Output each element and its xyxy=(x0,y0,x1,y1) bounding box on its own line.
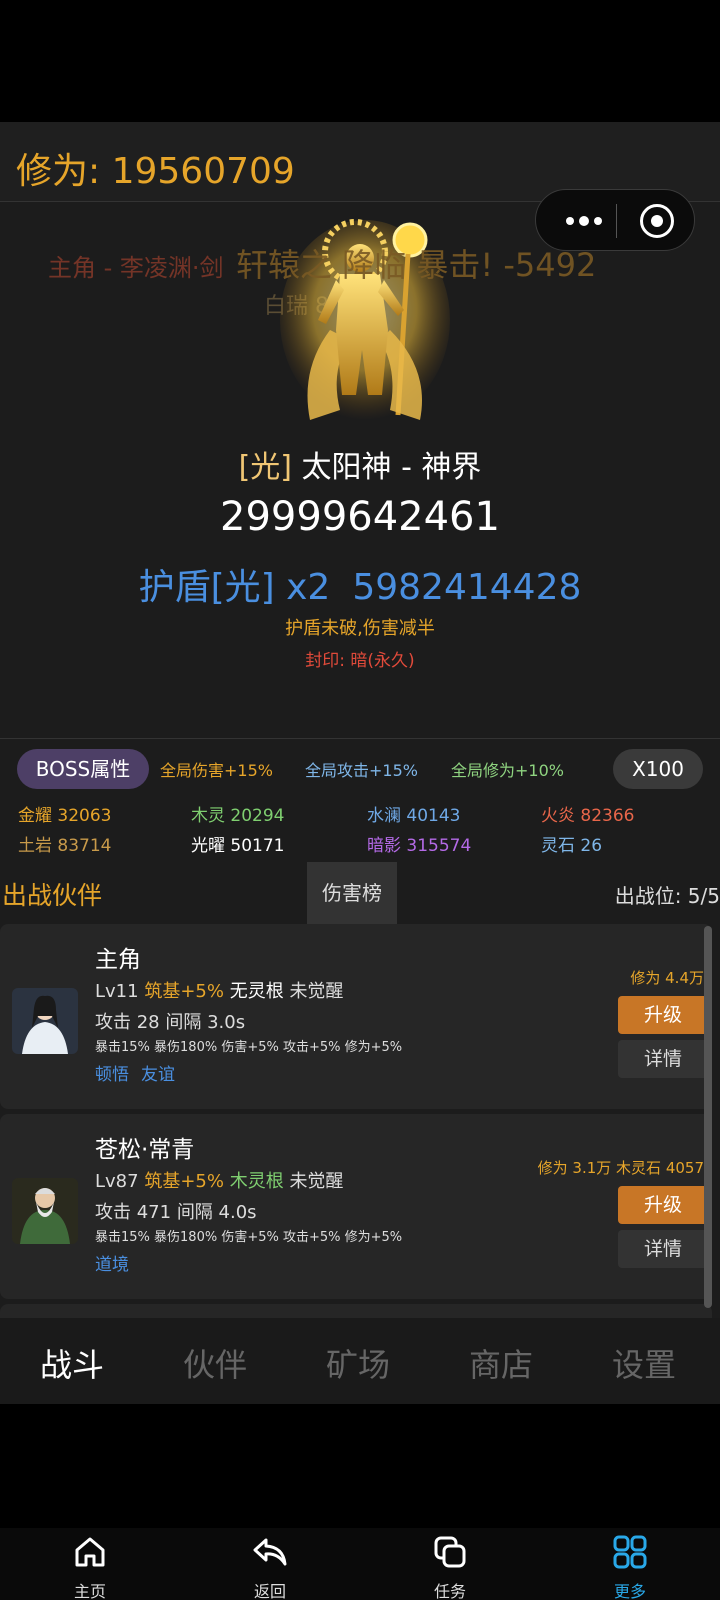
partner-tags: 道境 xyxy=(95,1250,141,1275)
partner-level-line: Lv87 筑基+5% 木灵根 未觉醒 xyxy=(95,1167,343,1193)
buff-cultivation: 全局修为+10% xyxy=(451,761,564,780)
partner-avatar xyxy=(12,1178,78,1244)
status-area xyxy=(0,0,720,122)
damage-ranking-tab[interactable]: 伤害榜 xyxy=(307,862,397,924)
floating-damage-text: 主角 - 李凌渊·剑 xyxy=(48,254,224,282)
partner-interval: 间隔 3.0s xyxy=(165,1012,246,1033)
boss-hp: 29999642461 xyxy=(220,494,500,540)
upgrade-button[interactable]: 升级 xyxy=(618,996,708,1034)
nav-label: 返回 xyxy=(253,1582,286,1600)
tab-partners[interactable]: 伙伴 xyxy=(183,1340,247,1386)
capsule-divider xyxy=(616,204,617,238)
resource-fire: 火炎 82366 xyxy=(541,806,635,826)
resource-shadow: 暗影 315574 xyxy=(367,836,472,856)
tab-mine[interactable]: 矿场 xyxy=(326,1340,390,1386)
partner-level: Lv11 xyxy=(95,981,139,1002)
partner-interval: 间隔 4.0s xyxy=(176,1202,257,1223)
shield-value: 5982414428 xyxy=(352,567,582,608)
tasks-icon xyxy=(434,1536,466,1568)
partner-name: 苍松·常青 xyxy=(95,1137,195,1163)
partner-name: 主角 xyxy=(95,947,141,973)
grid-icon xyxy=(613,1535,647,1569)
resource-spirit-stone: 灵石 26 xyxy=(541,836,603,856)
detail-button[interactable]: 详情 xyxy=(618,1230,708,1268)
partner-awaken: 未觉醒 xyxy=(289,1171,344,1192)
resource-gold: 金耀 32063 xyxy=(18,806,112,826)
resource-water: 水澜 40143 xyxy=(367,806,461,826)
partner-attack-line: 攻击 471 间隔 4.0s xyxy=(95,1198,257,1224)
boss-shield: 护盾[光] x2 5982414428 xyxy=(0,558,720,610)
buff-damage: 全局伤害+15% xyxy=(160,761,273,780)
tab-shop[interactable]: 商店 xyxy=(469,1340,533,1386)
partner-tag[interactable]: 友谊 xyxy=(141,1065,175,1085)
resource-wood: 木灵 20294 xyxy=(191,806,285,826)
partner-awaken: 未觉醒 xyxy=(289,981,344,1002)
partner-stats: 暴击15% 暴伤180% 伤害+5% 攻击+5% 修为+5% xyxy=(95,1040,403,1055)
nav-tasks[interactable]: 任务 xyxy=(400,1528,500,1600)
partner-attack: 攻击 471 xyxy=(95,1202,172,1223)
floating-crit-text: 轩辕之 降临 暴击! -5492 xyxy=(236,246,597,284)
partner-avatar xyxy=(12,988,78,1054)
nav-label: 任务 xyxy=(433,1582,466,1600)
partner-root: 木灵根 xyxy=(229,1171,284,1192)
list-scrollbar[interactable] xyxy=(704,926,712,1308)
buff-attack: 全局攻击+15% xyxy=(305,761,418,780)
resource-earth: 土岩 83714 xyxy=(18,836,112,856)
resource-light: 光曜 50171 xyxy=(191,836,285,856)
detail-button[interactable]: 详情 xyxy=(618,1040,708,1078)
partner-level: Lv87 xyxy=(95,1171,139,1192)
empty-area xyxy=(0,1404,720,1528)
partner-realm: 筑基+5% xyxy=(144,1171,224,1192)
close-target-icon[interactable] xyxy=(640,204,674,238)
shield-note: 护盾未破,伤害减半 xyxy=(285,618,435,639)
boss-name-text: 太阳神 - 神界 xyxy=(301,450,482,485)
upgrade-button[interactable]: 升级 xyxy=(618,1186,708,1224)
seal-status: 封印: 暗(永久) xyxy=(305,651,415,671)
partner-realm: 筑基+5% xyxy=(144,981,224,1002)
nav-more[interactable]: 更多 xyxy=(580,1528,680,1600)
partner-attack-line: 攻击 28 间隔 3.0s xyxy=(95,1008,245,1034)
nav-home[interactable]: 主页 xyxy=(40,1528,140,1600)
partner-tags: 顿悟 友谊 xyxy=(95,1060,187,1085)
upgrade-cost: 修为 3.1万 木灵石 4057 xyxy=(537,1159,704,1177)
battle-slots: 出战位: 5/5 xyxy=(614,884,720,908)
cultivation-value: 修为: 19560709 xyxy=(16,151,295,192)
boss-attributes-button[interactable]: BOSS属性 xyxy=(17,749,149,789)
partner-stats: 暴击15% 暴伤180% 伤害+5% 攻击+5% 修为+5% xyxy=(95,1230,403,1245)
shield-label: 护盾[光] x2 xyxy=(138,567,331,608)
partner-attack: 攻击 28 xyxy=(95,1012,160,1033)
nav-label: 更多 xyxy=(613,1582,646,1600)
back-arrow-icon xyxy=(253,1538,287,1566)
boss-element-tag: [光] xyxy=(238,450,292,485)
partner-level-line: Lv11 筑基+5% 无灵根 未觉醒 xyxy=(95,977,343,1003)
upgrade-cost: 修为 4.4万 xyxy=(630,969,704,987)
tab-settings[interactable]: 设置 xyxy=(612,1340,676,1386)
more-dots-icon[interactable] xyxy=(556,206,612,236)
nav-label: 主页 xyxy=(73,1582,106,1600)
partner-tag[interactable]: 顿悟 xyxy=(95,1065,129,1085)
multiplier-button[interactable]: X100 xyxy=(613,749,703,789)
partner-tag[interactable]: 道境 xyxy=(95,1255,129,1275)
partner-root: 无灵根 xyxy=(229,981,284,1002)
miniprogram-capsule xyxy=(535,189,695,251)
boss-name: [光] 太阳神 - 神界 xyxy=(0,442,720,486)
nav-back[interactable]: 返回 xyxy=(220,1528,320,1600)
home-icon xyxy=(75,1537,105,1567)
tab-battle[interactable]: 战斗 xyxy=(40,1340,104,1386)
partner-section-title: 出战伙伴 xyxy=(2,881,103,910)
